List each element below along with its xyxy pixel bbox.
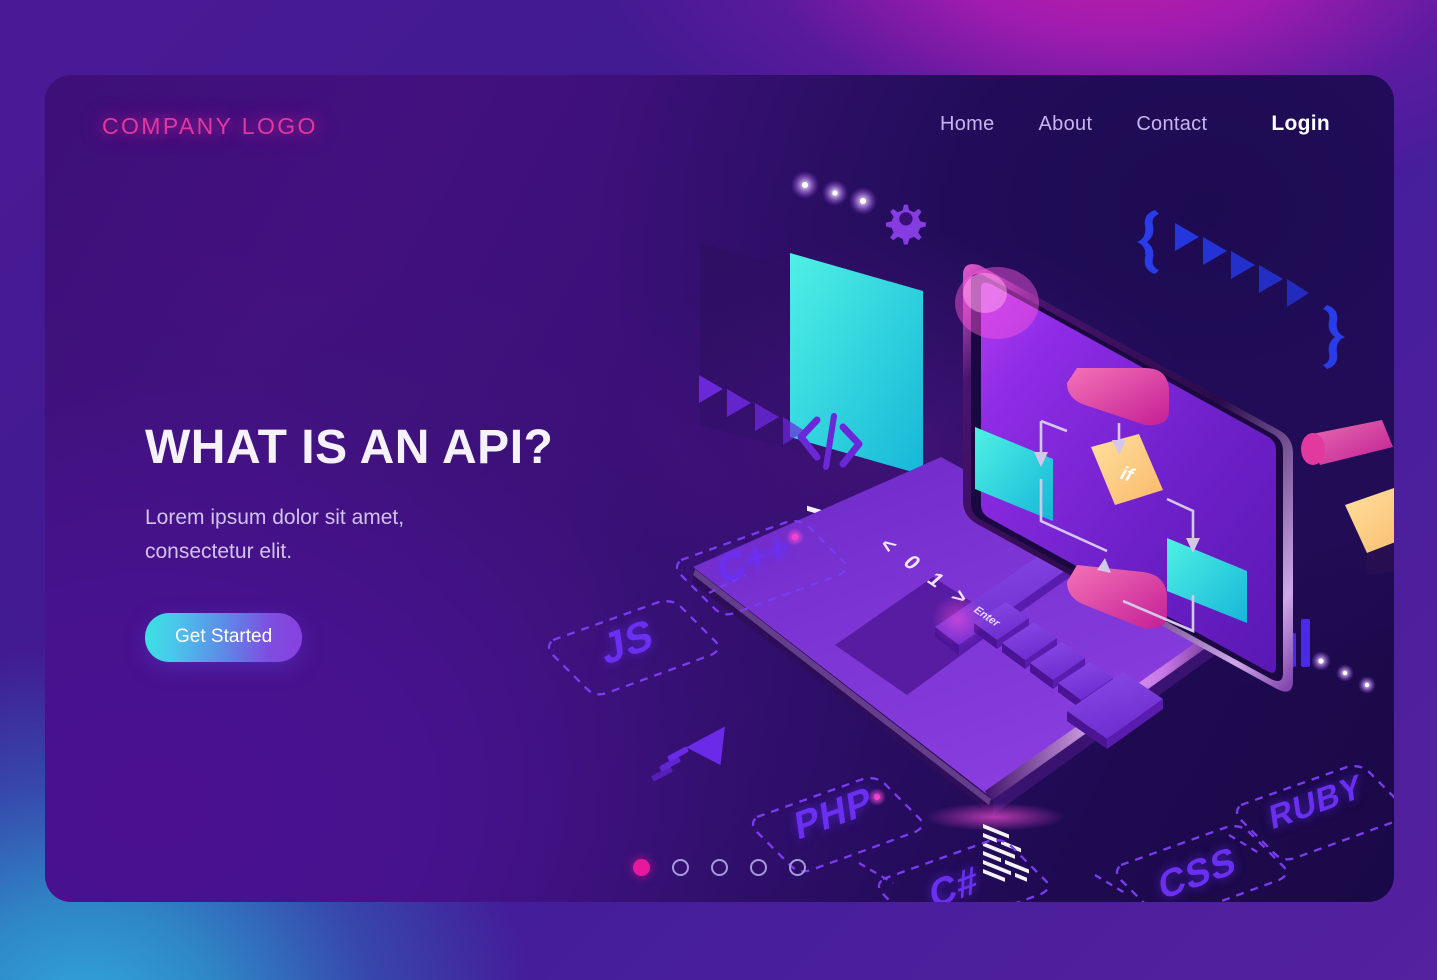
carousel-dot-3[interactable] (711, 859, 728, 876)
nav-link-about[interactable]: About (1017, 113, 1115, 136)
company-logo[interactable]: COMPANY LOGO (102, 113, 318, 140)
curly-brace-open (1137, 210, 1159, 274)
floating-yellow-shape (1345, 488, 1394, 575)
carousel-dot-2[interactable] (672, 859, 689, 876)
main-navigation: Home About Contact Login (918, 112, 1352, 136)
nav-link-login[interactable]: Login (1249, 112, 1352, 136)
triangle-arrows-right (1175, 223, 1309, 307)
tag-box-ruby (1235, 765, 1394, 861)
page-title: WHAT IS AN API? (145, 421, 554, 474)
glow-dots-right (1311, 651, 1376, 694)
site-header: COMPANY LOGO Home About Contact Login (45, 75, 1394, 195)
carousel-pagination (45, 859, 1394, 876)
floating-pink-pill (1301, 420, 1393, 465)
carousel-dot-1[interactable] (633, 859, 650, 876)
carousel-dot-4[interactable] (750, 859, 767, 876)
hero-subtitle: Lorem ipsum dolor sit amet, consectetur … (145, 506, 405, 564)
curly-brace-close (1323, 305, 1345, 369)
carousel-dot-5[interactable] (789, 859, 806, 876)
tag-box-php (751, 777, 924, 873)
gear-icon (885, 204, 926, 245)
get-started-button[interactable]: Get Started (145, 613, 303, 663)
hero-card: < 0 1 > Enter (45, 75, 1394, 902)
hero-section: WHAT IS AN API? Lorem ipsum dolor sit am… (145, 421, 705, 663)
nav-link-contact[interactable]: Contact (1114, 113, 1229, 136)
nav-link-home[interactable]: Home (918, 113, 1017, 136)
arrow-icon (651, 726, 725, 782)
